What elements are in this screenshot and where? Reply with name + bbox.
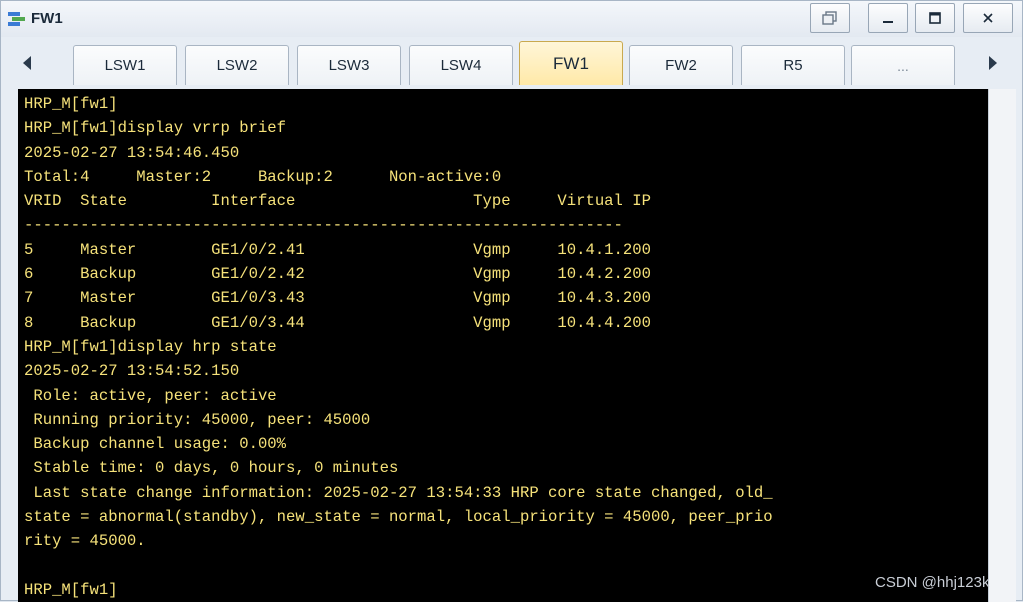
window-title: FW1: [31, 10, 63, 27]
terminal-line: 6 Backup GE1/0/2.42 Vgmp 10.4.2.200: [24, 265, 651, 284]
terminal-line: 2025-02-27 13:54:52.150: [24, 362, 240, 381]
terminal-line: Running priority: 45000, peer: 45000: [24, 410, 371, 429]
terminal-line: HRP_M[fw1]: [24, 95, 118, 113]
watermark-text: CSDN @hhj123k: [875, 574, 990, 591]
terminal-line: HRP_M[fw1]: [24, 580, 118, 599]
tab-lsw2[interactable]: LSW2: [185, 45, 289, 85]
terminal-scrollbar[interactable]: [988, 89, 1016, 602]
terminal-line: Role: active, peer: active: [24, 386, 277, 405]
maximize-button[interactable]: [915, 3, 955, 33]
terminal-line: ----------------------------------------…: [24, 216, 623, 235]
terminal-console[interactable]: HRP_M[fw1] HRP_M[fw1]display vrrp brief …: [18, 89, 988, 602]
device-icon: [8, 12, 25, 26]
tab-fw1[interactable]: FW1: [519, 41, 623, 85]
tab-lsw4[interactable]: LSW4: [409, 45, 513, 85]
terminal-line: state = abnormal(standby), new_state = n…: [24, 508, 773, 527]
terminal-line: Total:4 Master:2 Backup:2 Non-active:0: [24, 167, 502, 186]
tab-scroll-right-button[interactable]: [981, 43, 1005, 83]
minimize-icon: [883, 21, 893, 23]
terminal-line: Last state change information: 2025-02-2…: [24, 483, 773, 502]
terminal-line: HRP_M[fw1]display vrrp brief: [24, 119, 287, 138]
terminal-line: 7 Master GE1/0/3.43 Vgmp 10.4.3.200: [24, 289, 651, 308]
chevron-right-icon: [989, 56, 997, 70]
tab-more[interactable]: ...: [851, 45, 955, 85]
chevron-left-icon: [23, 56, 31, 70]
terminal-line: Backup channel usage: 0.00%: [24, 435, 287, 454]
close-button[interactable]: [963, 3, 1013, 33]
terminal-line: VRID State Interface Type Virtual IP: [24, 192, 651, 211]
close-icon: [983, 13, 993, 23]
terminal-line: rity = 45000.: [24, 532, 146, 551]
terminal-line: 2025-02-27 13:54:46.450: [24, 143, 240, 162]
terminal-line: 5 Master GE1/0/2.41 Vgmp 10.4.1.200: [24, 240, 651, 259]
device-tab-bar: LSW1 LSW2 LSW3 LSW4 FW1 FW2 R5 ...: [11, 41, 1014, 88]
tab-r5[interactable]: R5: [741, 45, 845, 85]
tab-lsw3[interactable]: LSW3: [297, 45, 401, 85]
terminal-output: HRP_M[fw1] HRP_M[fw1]display vrrp brief …: [24, 92, 773, 602]
tab-fw2[interactable]: FW2: [629, 45, 733, 85]
terminal-line: 8 Backup GE1/0/3.44 Vgmp 10.4.4.200: [24, 313, 651, 332]
terminal-window: FW1 LSW1 LSW2 LSW3 LSW4 FW1 FW2 R5 ... H…: [0, 0, 1023, 602]
terminal-line: HRP_M[fw1]display hrp state: [24, 337, 277, 356]
minimize-button[interactable]: [868, 3, 908, 33]
tab-lsw1[interactable]: LSW1: [73, 45, 177, 85]
terminal-line: Stable time: 0 days, 0 hours, 0 minutes: [24, 459, 399, 478]
title-bar: FW1: [1, 1, 1022, 37]
restore-icon: [822, 11, 837, 25]
maximize-icon: [929, 12, 941, 24]
restore-console-button[interactable]: [810, 3, 850, 33]
tab-scroll-left-button[interactable]: [15, 43, 39, 83]
